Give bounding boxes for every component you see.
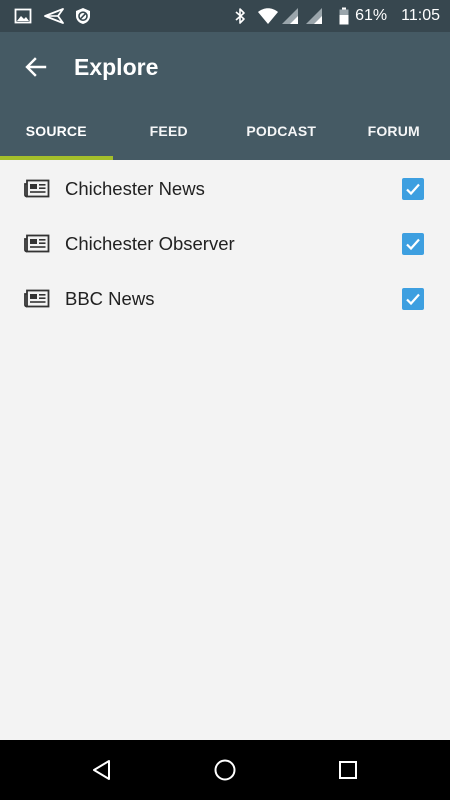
wifi-icon — [257, 7, 279, 25]
nav-back-icon — [92, 760, 110, 780]
app-bar: Explore — [0, 32, 450, 102]
newspaper-icon — [24, 289, 50, 309]
nav-recents-button[interactable] — [328, 750, 368, 790]
page-title: Explore — [74, 53, 159, 80]
nav-back-button[interactable] — [82, 750, 122, 790]
bluetooth-icon — [233, 7, 251, 25]
battery-icon — [339, 7, 349, 25]
system-nav-bar — [0, 740, 450, 800]
status-bar-left — [14, 7, 92, 25]
arrow-back-icon — [24, 55, 48, 79]
nav-home-icon — [214, 759, 236, 781]
source-list: Chichester News Chichester Observer BBC … — [0, 160, 450, 740]
tab-podcast-label: PODCAST — [246, 123, 317, 139]
back-button[interactable] — [18, 49, 54, 85]
blocked-shield-icon — [74, 7, 92, 25]
signal-icon — [281, 7, 299, 25]
tab-feed-label: FEED — [149, 123, 188, 139]
source-name: Chichester News — [65, 177, 205, 199]
check-icon — [406, 183, 420, 195]
send-icon — [44, 7, 64, 25]
newspaper-icon — [24, 234, 50, 254]
image-icon — [14, 7, 32, 25]
nav-home-button[interactable] — [205, 750, 245, 790]
list-item[interactable]: BBC News — [0, 271, 450, 326]
list-item[interactable]: Chichester News — [0, 161, 450, 216]
tab-source[interactable]: SOURCE — [0, 102, 113, 160]
source-checkbox[interactable] — [402, 177, 424, 200]
list-item[interactable]: Chichester Observer — [0, 216, 450, 271]
newspaper-icon — [24, 179, 50, 199]
source-checkbox[interactable] — [402, 232, 424, 255]
check-icon — [406, 293, 420, 305]
tab-forum[interactable]: FORUM — [338, 102, 450, 160]
tab-feed[interactable]: FEED — [113, 102, 226, 160]
nav-recents-icon — [339, 761, 358, 779]
status-bar: 61% 11:05 — [0, 0, 450, 32]
tab-bar: SOURCE FEED PODCAST FORUM — [0, 102, 450, 160]
tab-source-label: SOURCE — [25, 123, 87, 139]
tab-podcast[interactable]: PODCAST — [225, 102, 338, 160]
source-name: Chichester Observer — [65, 232, 235, 254]
signal-icon-2 — [305, 7, 323, 25]
battery-percent: 61% — [355, 7, 388, 24]
source-checkbox[interactable] — [402, 287, 424, 310]
status-time: 11:05 — [401, 7, 440, 24]
source-name: BBC News — [65, 287, 155, 309]
check-icon — [406, 238, 420, 250]
status-bar-right: 61% 11:05 — [233, 7, 440, 25]
tab-forum-label: FORUM — [367, 123, 420, 139]
